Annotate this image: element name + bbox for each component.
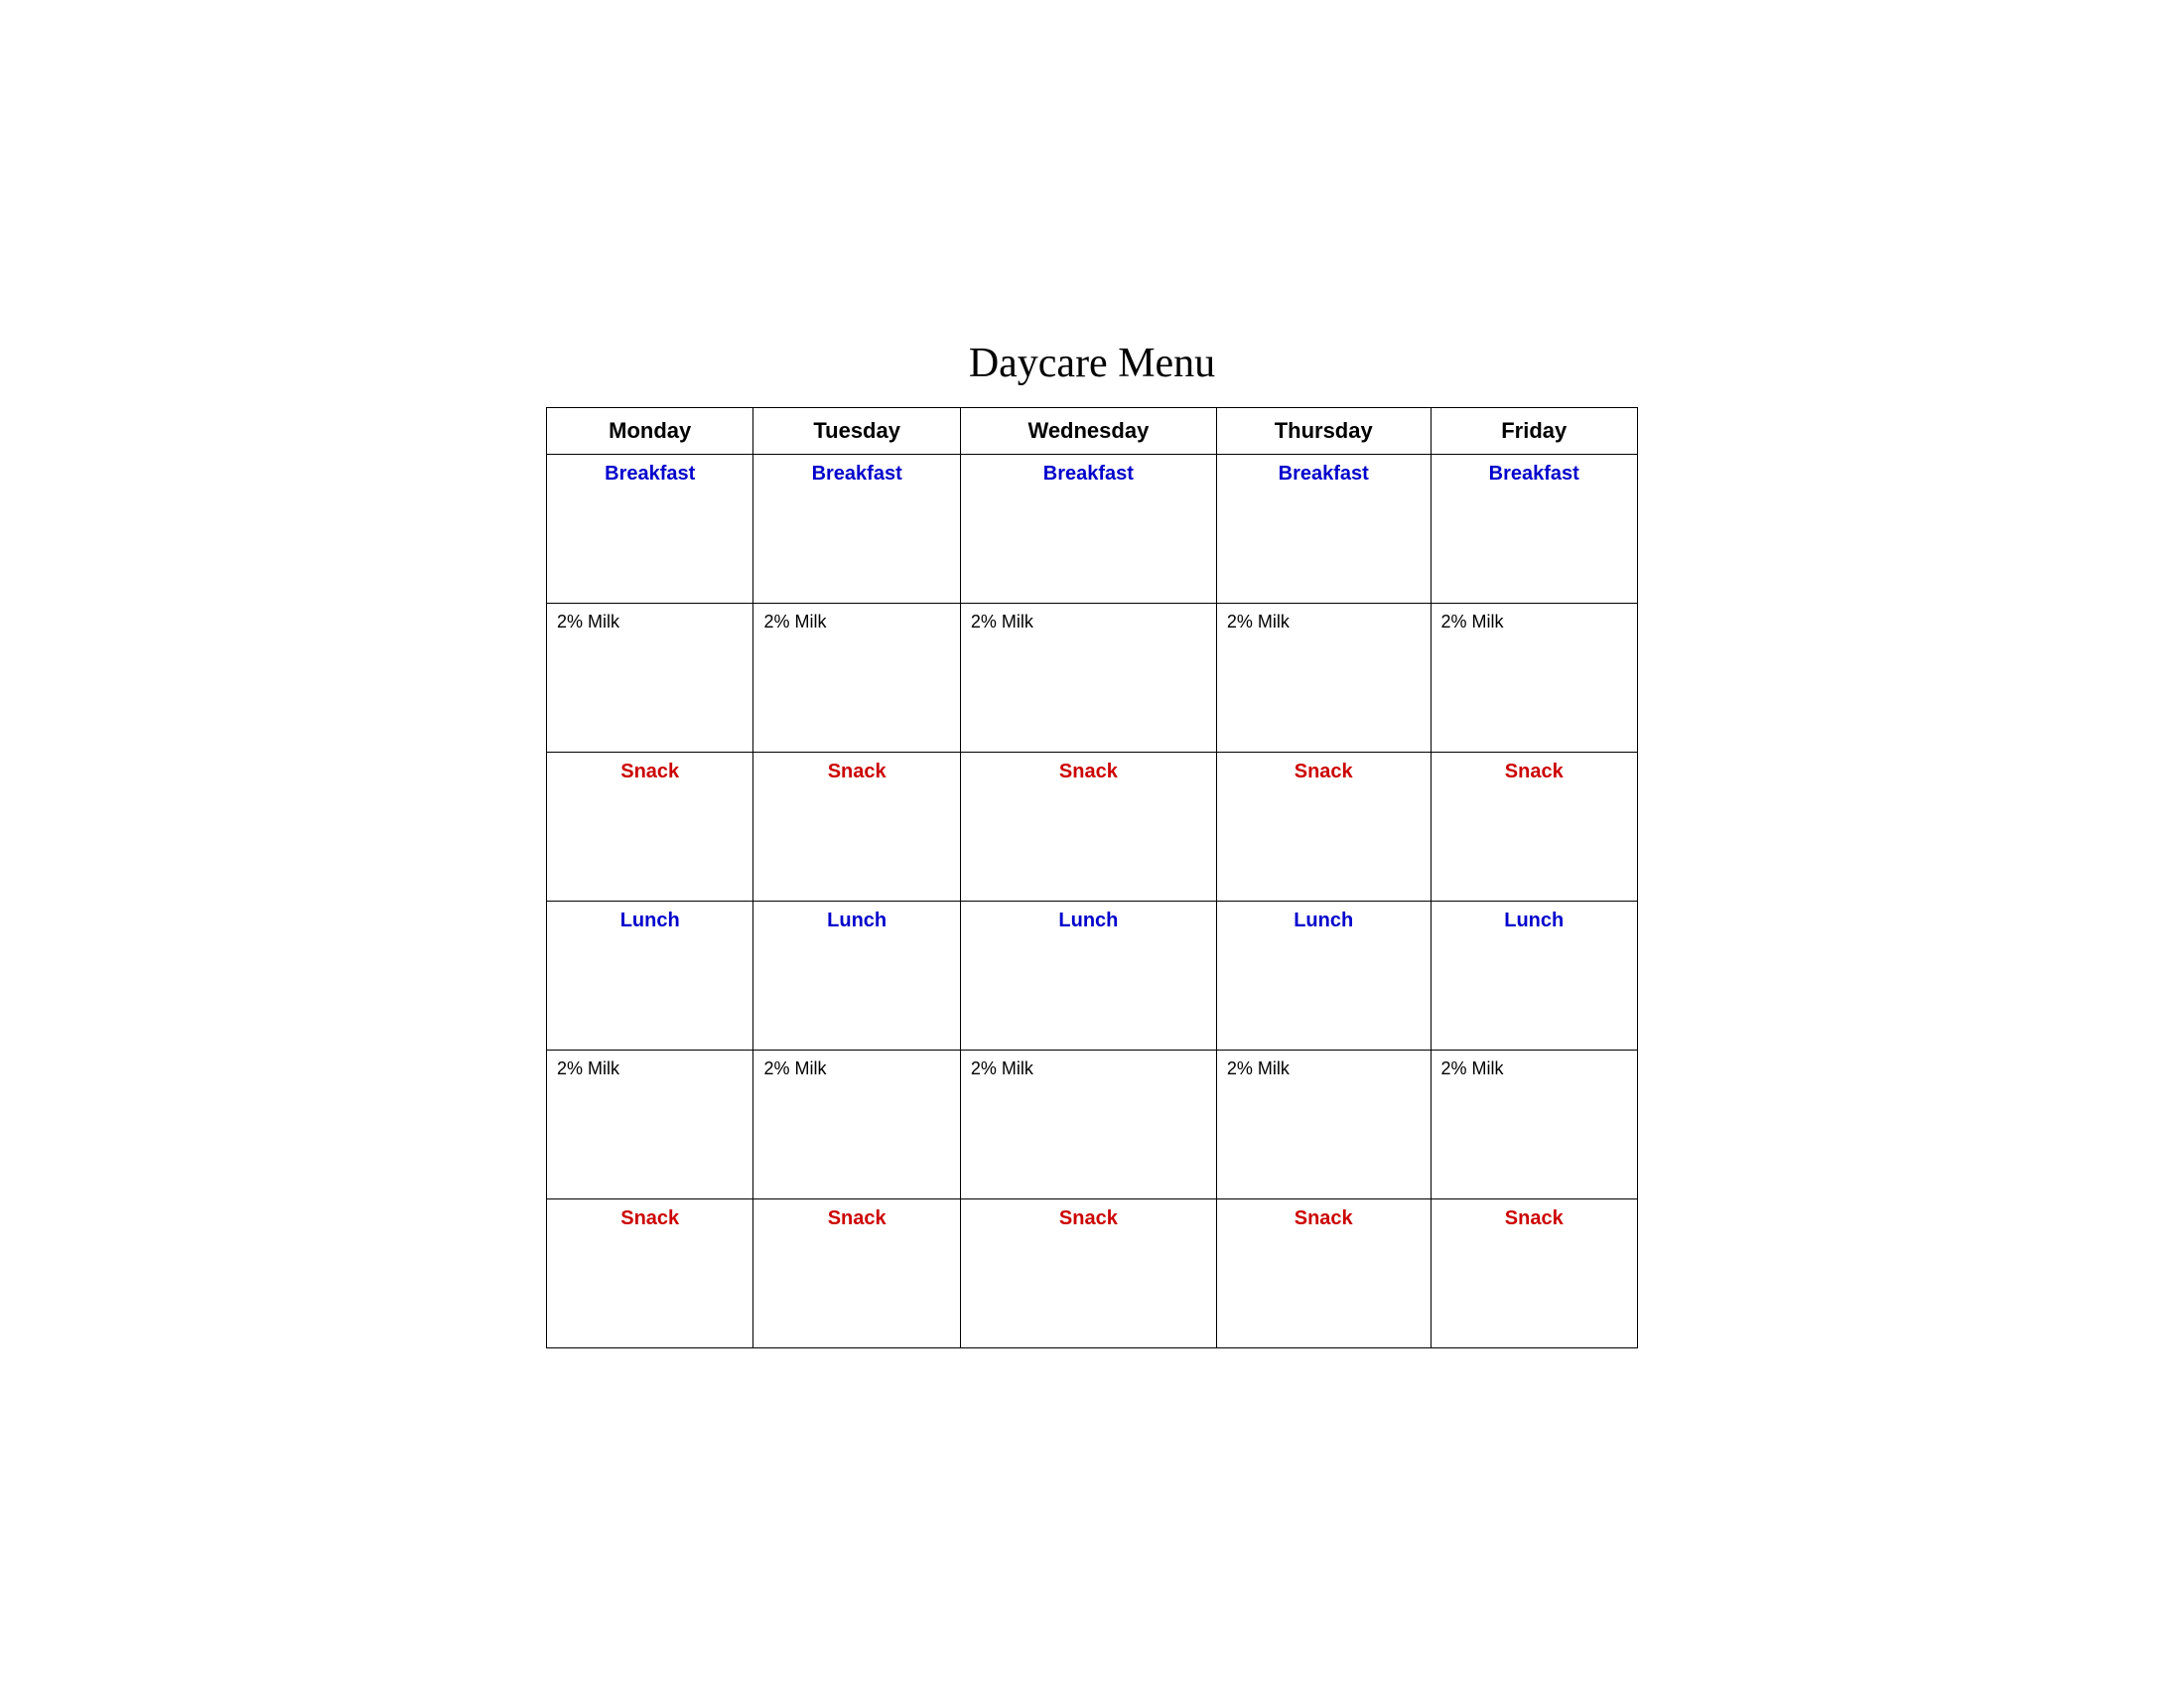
milk1-friday: 2% Milk	[1431, 604, 1637, 753]
col-friday: Friday	[1431, 408, 1637, 455]
col-monday: Monday	[547, 408, 753, 455]
lunch-friday: Lunch	[1431, 902, 1637, 1051]
milk2-tuesday: 2% Milk	[753, 1051, 960, 1199]
milk1-monday: 2% Milk	[547, 604, 753, 753]
col-thursday: Thursday	[1216, 408, 1431, 455]
lunch-wednesday: Lunch	[960, 902, 1216, 1051]
lunch-monday: Lunch	[547, 902, 753, 1051]
snack1-label-friday: Snack	[1441, 761, 1627, 783]
milk1-row: 2% Milk 2% Milk 2% Milk 2% Milk 2% Milk	[547, 604, 1638, 753]
snack1-wednesday: Snack	[960, 753, 1216, 902]
lunch-label-tuesday: Lunch	[763, 910, 949, 932]
snack1-label-wednesday: Snack	[971, 761, 1206, 783]
breakfast-thursday: Breakfast	[1216, 455, 1431, 604]
snack2-thursday: Snack	[1216, 1199, 1431, 1348]
col-tuesday: Tuesday	[753, 408, 960, 455]
snack1-friday: Snack	[1431, 753, 1637, 902]
snack2-label-thursday: Snack	[1227, 1207, 1421, 1230]
milk2-wednesday: 2% Milk	[960, 1051, 1216, 1199]
lunch-label-thursday: Lunch	[1227, 910, 1421, 932]
snack1-row: Snack Snack Snack Snack Snack	[547, 753, 1638, 902]
snack2-row: Snack Snack Snack Snack Snack	[547, 1199, 1638, 1348]
milk1-wednesday: 2% Milk	[960, 604, 1216, 753]
header-row: Monday Tuesday Wednesday Thursday Friday	[547, 408, 1638, 455]
milk2-thursday: 2% Milk	[1216, 1051, 1431, 1199]
menu-table: Monday Tuesday Wednesday Thursday Friday…	[546, 407, 1638, 1348]
breakfast-wednesday: Breakfast	[960, 455, 1216, 604]
breakfast-label-friday: Breakfast	[1441, 463, 1627, 486]
breakfast-row: Breakfast Breakfast Breakfast Breakfast …	[547, 455, 1638, 604]
breakfast-label-thursday: Breakfast	[1227, 463, 1421, 486]
page-title: Daycare Menu	[546, 340, 1638, 387]
milk1-thursday: 2% Milk	[1216, 604, 1431, 753]
breakfast-label-wednesday: Breakfast	[971, 463, 1206, 486]
lunch-label-friday: Lunch	[1441, 910, 1627, 932]
snack1-label-thursday: Snack	[1227, 761, 1421, 783]
snack2-label-wednesday: Snack	[971, 1207, 1206, 1230]
snack1-label-monday: Snack	[557, 761, 743, 783]
milk2-friday: 2% Milk	[1431, 1051, 1637, 1199]
snack1-tuesday: Snack	[753, 753, 960, 902]
snack1-monday: Snack	[547, 753, 753, 902]
col-wednesday: Wednesday	[960, 408, 1216, 455]
breakfast-friday: Breakfast	[1431, 455, 1637, 604]
lunch-label-wednesday: Lunch	[971, 910, 1206, 932]
snack1-thursday: Snack	[1216, 753, 1431, 902]
milk2-row: 2% Milk 2% Milk 2% Milk 2% Milk 2% Milk	[547, 1051, 1638, 1199]
lunch-row: Lunch Lunch Lunch Lunch Lunch	[547, 902, 1638, 1051]
breakfast-label-monday: Breakfast	[557, 463, 743, 486]
snack2-tuesday: Snack	[753, 1199, 960, 1348]
snack2-friday: Snack	[1431, 1199, 1637, 1348]
lunch-tuesday: Lunch	[753, 902, 960, 1051]
breakfast-tuesday: Breakfast	[753, 455, 960, 604]
milk2-monday: 2% Milk	[547, 1051, 753, 1199]
snack2-label-friday: Snack	[1441, 1207, 1627, 1230]
lunch-label-monday: Lunch	[557, 910, 743, 932]
snack2-label-monday: Snack	[557, 1207, 743, 1230]
lunch-thursday: Lunch	[1216, 902, 1431, 1051]
breakfast-monday: Breakfast	[547, 455, 753, 604]
snack2-label-tuesday: Snack	[763, 1207, 949, 1230]
snack2-wednesday: Snack	[960, 1199, 1216, 1348]
breakfast-label-tuesday: Breakfast	[763, 463, 949, 486]
snack1-label-tuesday: Snack	[763, 761, 949, 783]
page-container: Daycare Menu Monday Tuesday Wednesday Th…	[546, 340, 1638, 1348]
snack2-monday: Snack	[547, 1199, 753, 1348]
milk1-tuesday: 2% Milk	[753, 604, 960, 753]
